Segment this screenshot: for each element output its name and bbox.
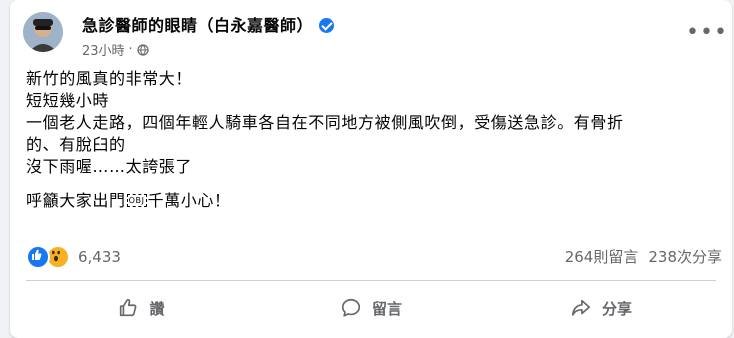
meta-separator: ·	[128, 42, 133, 57]
post-line-3: 一個老人走路，四個年輕人騎車各自在不同地方被側風吹倒，受傷送急診。有骨折	[26, 113, 624, 132]
post-line-2: 短短幾小時	[26, 91, 110, 110]
comment-button[interactable]: 留言	[256, 288, 486, 328]
share-button-label: 分享	[601, 299, 632, 318]
post-meta: 23小時 ·	[82, 40, 149, 59]
post-line-5: 沒下雨喔……太誇張了	[26, 157, 193, 176]
engagement-stats: 264則留言 238次分享	[565, 246, 722, 267]
more-options-icon[interactable]: •••	[686, 18, 727, 54]
post-time[interactable]: 23小時	[82, 40, 125, 59]
author-name-text[interactable]: 急診醫師的眼睛（白永嘉醫師）	[82, 16, 313, 35]
closing-text-end: 千萬小心！	[147, 191, 231, 210]
reaction-count[interactable]: 6,433	[78, 248, 121, 266]
post-text: 新竹的風真的非常大！ 短短幾小時 一個老人走路，四個年輕人騎車各自在不同地方被側…	[26, 68, 716, 212]
share-arrow-icon	[571, 299, 591, 316]
share-count[interactable]: 238次分享	[648, 246, 722, 267]
closing-text-start: 呼籲大家出門	[26, 191, 126, 210]
thumbs-up-icon	[120, 299, 137, 317]
action-divider	[26, 280, 716, 281]
reaction-summary[interactable]: 6,433	[26, 245, 121, 269]
globe-icon[interactable]	[137, 43, 149, 56]
avatar[interactable]	[23, 12, 63, 52]
post-card: 急診醫師的眼睛（白永嘉醫師） 23小時 · ••• 新竹的風真的非常大！ 短短幾…	[10, 0, 732, 338]
like-button[interactable]: 讚	[26, 288, 256, 328]
action-bar: 讚 留言 分享	[26, 288, 716, 328]
comment-button-label: 留言	[371, 299, 402, 318]
comment-count[interactable]: 264則留言	[565, 246, 639, 267]
post-closing-line: 呼籲大家出門 OBJ 千萬小心！	[26, 190, 716, 212]
author-name[interactable]: 急診醫師的眼睛（白永嘉醫師）	[82, 12, 335, 36]
comment-bubble-icon	[341, 298, 361, 317]
like-reaction-icon	[26, 245, 50, 269]
share-button[interactable]: 分享	[486, 288, 716, 328]
verified-badge-icon	[319, 18, 335, 33]
post-line-4: 的、有脫臼的	[26, 135, 126, 154]
like-button-label: 讚	[149, 299, 165, 318]
post-line-1: 新竹的風真的非常大！	[26, 69, 193, 88]
obj-glyph: OBJ	[126, 194, 147, 207]
